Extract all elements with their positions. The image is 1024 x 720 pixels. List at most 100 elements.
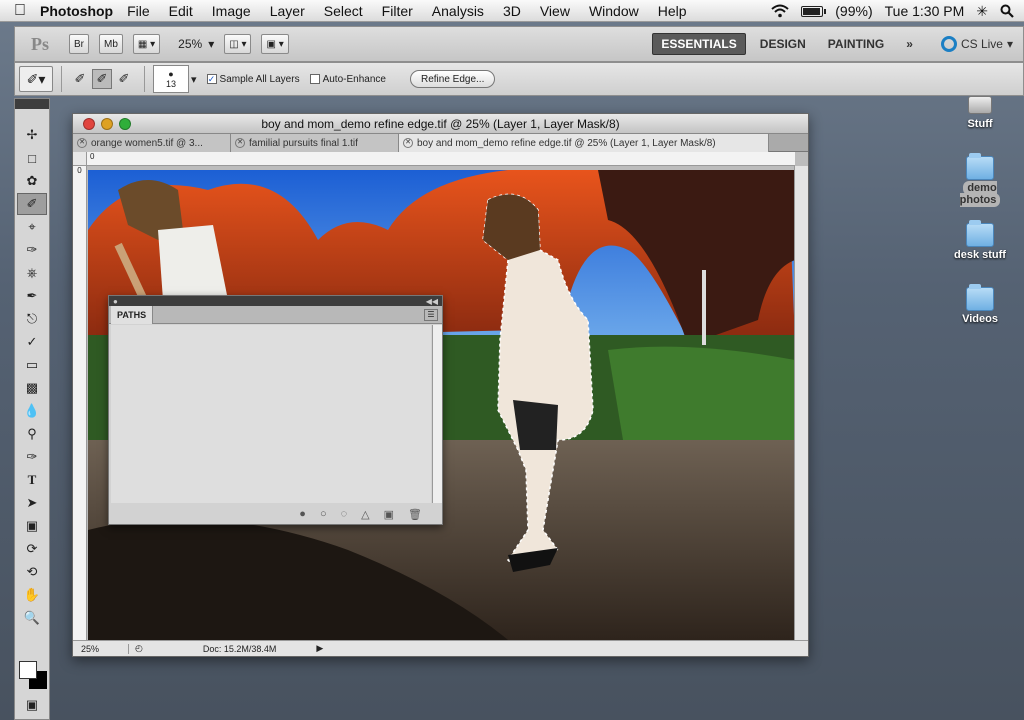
- tab-boy-and-mom[interactable]: ✕ boy and mom_demo refine edge.tif @ 25% …: [399, 134, 769, 152]
- pen-tool-icon[interactable]: ✑: [17, 446, 47, 468]
- spotlight-search-icon[interactable]: [1000, 4, 1014, 18]
- desktop-icon-stuff[interactable]: Stuff: [945, 96, 1015, 130]
- desktop-icon-desk-stuff[interactable]: desk stuff: [945, 220, 1015, 261]
- close-tab-icon[interactable]: ✕: [235, 138, 245, 148]
- collapse-panel-icon[interactable]: ◀◀: [426, 297, 438, 306]
- document-title-bar[interactable]: boy and mom_demo refine edge.tif @ 25% (…: [73, 114, 808, 134]
- zoom-level-select[interactable]: 25% ▾: [178, 37, 214, 51]
- menu-help[interactable]: Help: [658, 3, 687, 19]
- vertical-ruler[interactable]: 0: [73, 166, 87, 640]
- clone-stamp-tool-icon[interactable]: ⎋: [17, 308, 47, 330]
- move-tool-icon[interactable]: ✢: [17, 124, 47, 146]
- menu-file[interactable]: File: [127, 3, 150, 19]
- cs-live-button[interactable]: CS Live ▾: [940, 36, 1013, 52]
- bluetooth-icon[interactable]: ✳: [976, 3, 988, 20]
- tab-familial-pursuits[interactable]: ✕ familial pursuits final 1.tif: [231, 134, 399, 152]
- fill-path-icon[interactable]: ●: [299, 508, 306, 520]
- close-tab-icon[interactable]: ✕: [403, 138, 413, 148]
- menu-app-name[interactable]: Photoshop: [40, 3, 113, 19]
- screen-mode-button[interactable]: ▣ ▾: [261, 34, 289, 54]
- hand-tool-icon[interactable]: ✋: [17, 584, 47, 606]
- paths-panel-header[interactable]: ● ◀◀: [109, 296, 442, 306]
- make-work-path-icon[interactable]: △: [361, 508, 369, 521]
- tab-paths[interactable]: PATHS: [111, 306, 154, 324]
- shape-tool-icon[interactable]: ▣: [17, 515, 47, 537]
- status-info-icon[interactable]: ◴: [135, 643, 143, 654]
- stroke-path-icon[interactable]: ○: [320, 508, 327, 520]
- workspace-painting[interactable]: PAINTING: [820, 34, 892, 54]
- menu-3d[interactable]: 3D: [503, 3, 521, 19]
- quick-mask-icon[interactable]: ▣: [17, 694, 47, 716]
- trash-icon[interactable]: 🗑: [408, 508, 422, 521]
- brush-picker[interactable]: ● 13: [153, 65, 189, 93]
- horizontal-ruler[interactable]: 0: [87, 152, 795, 166]
- workspace-design[interactable]: DESIGN: [752, 34, 814, 54]
- more-workspaces-icon[interactable]: »: [898, 34, 921, 54]
- checkbox-unchecked-icon: [309, 74, 320, 84]
- menu-image[interactable]: Image: [212, 3, 251, 19]
- cs-live-icon: [940, 36, 957, 52]
- subtract-from-selection-icon[interactable]: ✐: [114, 69, 134, 89]
- status-zoom-field[interactable]: 25%: [73, 643, 129, 654]
- vertical-scrollbar[interactable]: [794, 166, 808, 640]
- menu-window[interactable]: Window: [589, 3, 639, 19]
- menu-view[interactable]: View: [540, 3, 570, 19]
- brush-tool-icon[interactable]: ✒: [17, 285, 47, 307]
- quick-selection-tool-icon[interactable]: ✐: [17, 193, 47, 215]
- blur-tool-icon[interactable]: 💧: [17, 400, 47, 422]
- refine-edge-button[interactable]: Refine Edge...: [409, 70, 496, 88]
- menu-bar:  Photoshop File Edit Image Layer Select…: [0, 0, 1024, 22]
- ruler-origin[interactable]: [73, 152, 87, 166]
- paths-scrollbar[interactable]: [432, 325, 442, 503]
- load-path-as-selection-icon[interactable]: ◌: [341, 508, 348, 520]
- desktop-icon-demo-photos[interactable]: demo photos: [945, 153, 1015, 207]
- battery-icon[interactable]: [801, 5, 827, 17]
- 3d-orbit-tool-icon[interactable]: ⟲: [17, 561, 47, 583]
- arrange-documents-button[interactable]: ◫ ▾: [224, 34, 252, 54]
- menu-select[interactable]: Select: [324, 3, 363, 19]
- gradient-tool-icon[interactable]: ▩: [17, 377, 47, 399]
- auto-enhance-checkbox[interactable]: Auto-Enhance: [309, 74, 386, 85]
- marquee-tool-icon[interactable]: □: [17, 147, 47, 169]
- sample-all-layers-checkbox[interactable]: ✓ Sample All Layers: [206, 74, 300, 85]
- desktop-icon-videos[interactable]: Videos: [945, 284, 1015, 325]
- lasso-tool-icon[interactable]: ✿: [17, 170, 47, 192]
- zoom-tool-icon[interactable]: 🔍: [17, 607, 47, 629]
- menu-layer[interactable]: Layer: [270, 3, 305, 19]
- menu-edit[interactable]: Edit: [169, 3, 193, 19]
- dodge-tool-icon[interactable]: ⚲: [17, 423, 47, 445]
- view-extras-button[interactable]: ▦ ▾: [132, 34, 161, 54]
- menu-analysis[interactable]: Analysis: [432, 3, 484, 19]
- healing-brush-tool-icon[interactable]: ⎈: [17, 262, 47, 284]
- desktop-icon-label: Stuff: [967, 118, 993, 130]
- tools-panel-header[interactable]: [15, 99, 49, 109]
- type-tool-icon[interactable]: T: [17, 469, 47, 491]
- ruler-label: 0: [77, 166, 82, 175]
- history-brush-tool-icon[interactable]: ✓: [17, 331, 47, 353]
- new-selection-icon[interactable]: ✐: [70, 69, 90, 89]
- panel-menu-icon[interactable]: ☰: [424, 309, 438, 321]
- new-path-icon[interactable]: ▣: [384, 508, 394, 521]
- launch-bridge-button[interactable]: Br: [69, 34, 89, 54]
- wifi-icon[interactable]: [771, 4, 789, 18]
- tab-orange-women[interactable]: ✕ orange women5.tif @ 3...: [73, 134, 231, 152]
- 3d-rotate-tool-icon[interactable]: ⟳: [17, 538, 47, 560]
- eyedropper-tool-icon[interactable]: ✑: [17, 239, 47, 261]
- add-to-selection-icon[interactable]: ✐: [92, 69, 112, 89]
- status-menu-arrow-icon[interactable]: ▶: [316, 643, 323, 654]
- chevron-down-icon[interactable]: ▾: [191, 73, 197, 86]
- workspace-essentials[interactable]: ESSENTIALS: [652, 33, 746, 55]
- path-selection-tool-icon[interactable]: ➤: [17, 492, 47, 514]
- menu-filter[interactable]: Filter: [382, 3, 413, 19]
- foreground-color-swatch[interactable]: [19, 661, 37, 679]
- paths-list[interactable]: [111, 325, 431, 503]
- apple-icon[interactable]: : [0, 2, 40, 20]
- launch-mini-bridge-button[interactable]: Mb: [99, 34, 123, 54]
- eraser-tool-icon[interactable]: ▭: [17, 354, 47, 376]
- clock[interactable]: Tue 1:30 PM: [885, 3, 965, 19]
- tool-preset-picker[interactable]: ✐▾: [19, 66, 53, 92]
- close-tab-icon[interactable]: ✕: [77, 138, 87, 148]
- crop-tool-icon[interactable]: ⌖: [17, 216, 47, 238]
- panel-grip-icon: ●: [113, 296, 118, 306]
- menu-extras: (99%) Tue 1:30 PM ✳: [771, 0, 1014, 22]
